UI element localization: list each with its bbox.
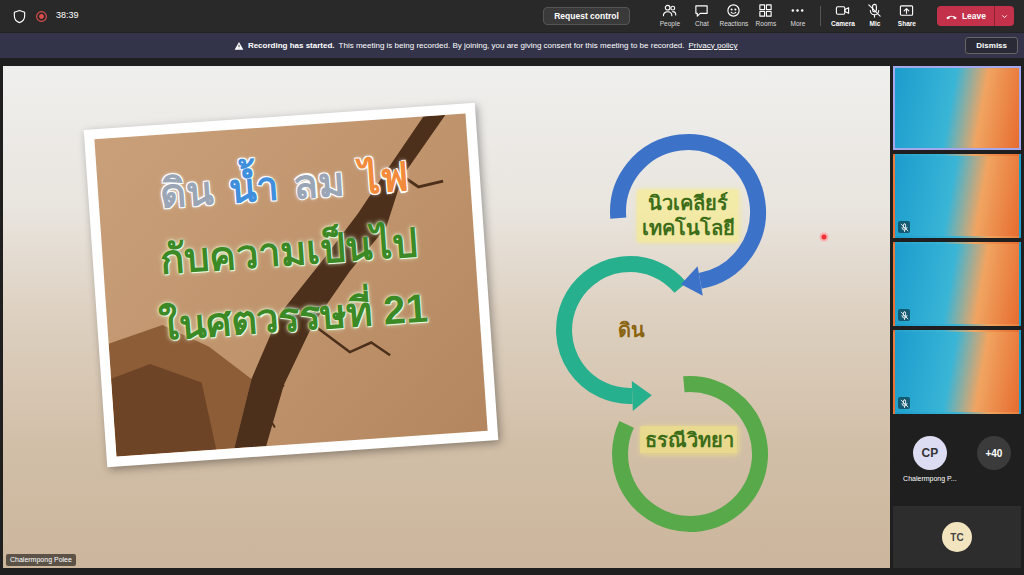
cycle-label-line: เทคโนโลยี [642, 216, 735, 241]
people-button[interactable]: People [654, 2, 686, 30]
title-line: กับความเป็นไป [159, 217, 419, 285]
more-button[interactable]: More [782, 2, 814, 30]
tool-label: Reactions [719, 19, 748, 29]
participant-name: Chalermpong P... [903, 474, 957, 485]
cycle-arrow [620, 384, 760, 524]
participant[interactable]: CP Chalermpong P... [903, 436, 957, 485]
people-icon [662, 3, 677, 18]
shared-slide: ดิน น้ำ ลม ไฟกับความเป็นไปในศตวรรษที่ 21 นิว… [3, 66, 890, 568]
chat-button[interactable]: Chat [686, 2, 718, 30]
rooms-icon [758, 3, 773, 18]
leave-options[interactable] [995, 6, 1014, 26]
video-tile[interactable] [893, 66, 1021, 150]
cycle-arrow [564, 264, 681, 396]
tool-label: Chat [695, 19, 709, 29]
video-tile[interactable] [893, 242, 1021, 326]
chat-icon [694, 3, 709, 18]
leave-label: Leave [962, 10, 986, 23]
tool-label: Rooms [756, 19, 777, 29]
banner-title: Recording has started. [248, 40, 335, 52]
banner-text: This meeting is being recorded. By joini… [339, 40, 685, 52]
laser-pointer [820, 233, 829, 242]
title-word: ดิน [158, 168, 214, 216]
leave-separator [994, 6, 995, 26]
cycle-label: นิวเคลียร์เทคโนโลยี [638, 190, 739, 242]
more-icon [790, 3, 805, 18]
mic-off-icon [898, 397, 910, 409]
presenter-name: Chalermpong Polee [6, 554, 76, 567]
camera-icon [835, 3, 850, 18]
video-tile[interactable] [893, 154, 1021, 238]
title-line: ในศตวรรษที่ 21 [157, 283, 429, 352]
title-line: ดิน น้ำ ลม ไฟ [150, 151, 418, 219]
cycle-label: ดิน [614, 317, 649, 344]
participant-roster: CP Chalermpong P... +40 [893, 418, 1021, 502]
meeting-timer: 38:39 [56, 9, 79, 23]
privacy-policy-link[interactable]: Privacy policy [689, 40, 738, 52]
title-card-body: ดิน น้ำ ลม ไฟกับความเป็นไปในศตวรรษที่ 21 [94, 113, 487, 456]
tool-label: People [660, 19, 680, 29]
title-word: ไฟ [359, 155, 410, 202]
cycle-label-line: ธรณีวิทยา [645, 428, 734, 453]
banner-message: Recording has started. This meeting is be… [6, 40, 965, 52]
dismiss-button[interactable]: Dismiss [965, 37, 1018, 55]
cycle-diagram [3, 66, 890, 568]
request-control-button[interactable]: Request control [543, 7, 630, 25]
toolbar-apps: People Chat Reactions Rooms More Camera Mic Sha… [654, 2, 923, 30]
title-word: น้ำ [227, 164, 279, 211]
title-word: ลม [292, 159, 346, 206]
crack-illustration [94, 113, 487, 456]
cycle-arrow [618, 142, 758, 281]
mic-off-icon [898, 309, 910, 321]
title-card: ดิน น้ำ ลม ไฟกับความเป็นไปในศตวรรษที่ 21 [84, 103, 499, 468]
arrowhead-icon [632, 381, 652, 411]
camera-button[interactable]: Camera [827, 2, 859, 30]
warning-icon [234, 41, 244, 51]
tool-label: Mic [869, 19, 880, 29]
chevron-down-icon [1000, 12, 1009, 21]
share-screen-icon [899, 3, 914, 18]
top-bar: 38:39 Request control People Chat Reactions R… [0, 0, 1024, 32]
leave-button[interactable]: Leave [937, 6, 1014, 26]
tool-label: More [790, 19, 805, 29]
rooms-button[interactable]: Rooms [750, 2, 782, 30]
cycle-label-line: นิวเคลียร์ [642, 191, 735, 216]
reactions-button[interactable]: Reactions [718, 2, 750, 30]
share-button[interactable]: Share [891, 2, 923, 30]
arrowhead-icon [681, 266, 703, 296]
title-text: ดิน น้ำ ลม ไฟกับความเป็นไปในศตวรรษที่ 21 [94, 113, 480, 354]
mic-button[interactable]: Mic [859, 2, 891, 30]
participants-panel: CP Chalermpong P... +40 TC [893, 66, 1021, 568]
participant-avatar: CP [913, 436, 947, 470]
reactions-icon [726, 3, 741, 18]
leave-main[interactable]: Leave [937, 6, 994, 26]
microphone-icon [867, 3, 882, 18]
meeting-stage: ดิน น้ำ ลม ไฟกับความเป็นไปในศตวรรษที่ 21 นิว… [0, 58, 1024, 575]
hang-up-icon [945, 10, 958, 23]
toolbar-divider [820, 6, 821, 26]
cycle-label-line: ดิน [618, 318, 645, 343]
shield-icon [12, 9, 27, 24]
recording-icon [35, 10, 48, 23]
mic-off-icon [898, 221, 910, 233]
cycle-label: ธรณีวิทยา [641, 427, 738, 454]
self-avatar: TC [942, 522, 972, 552]
overflow-count: +40 [977, 436, 1011, 470]
video-tile[interactable] [893, 330, 1021, 414]
tool-label: Camera [831, 19, 855, 29]
recording-banner: Recording has started. This meeting is be… [0, 32, 1024, 58]
self-tile: TC [893, 506, 1021, 568]
more-participants[interactable]: +40 [977, 436, 1011, 470]
tool-label: Share [898, 19, 916, 29]
